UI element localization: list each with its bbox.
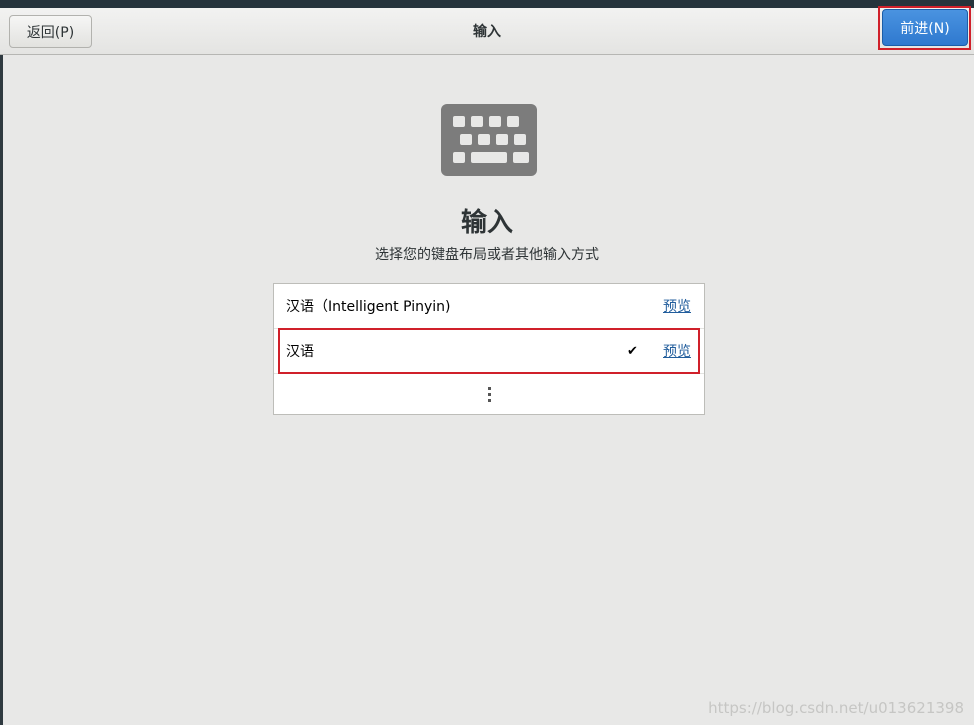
window-left-edge (0, 8, 3, 725)
list-item-chinese[interactable]: 汉语 ✔ 预览 (274, 329, 704, 374)
keyboard-icon (441, 104, 537, 176)
preview-link[interactable]: 预览 (663, 284, 691, 328)
next-button[interactable]: 前进(N) (882, 9, 968, 46)
preview-link[interactable]: 预览 (663, 329, 691, 373)
watermark: https://blog.csdn.net/u013621398 (708, 699, 964, 717)
main-heading: 输入 (460, 208, 513, 238)
page-title-text: 输入 (473, 24, 501, 40)
more-options-button[interactable] (274, 374, 704, 414)
input-source-list: 汉语（Intelligent Pinyin) 预览 汉语 ✔ 预览 (273, 283, 705, 415)
window-top-strip (0, 0, 974, 8)
list-item-label: 汉语（Intelligent Pinyin) (286, 299, 451, 315)
list-item-intelligent-pinyin[interactable]: 汉语（Intelligent Pinyin) 预览 (274, 284, 704, 329)
list-item-label: 汉语 (286, 344, 314, 360)
header-bar: 返回(P) 输入 (0, 8, 974, 55)
page-title: 输入 (0, 8, 974, 54)
vertical-ellipsis-icon (487, 386, 491, 402)
checkmark-icon: ✔ (627, 343, 638, 359)
main-subtitle: 选择您的键盘布局或者其他输入方式 (375, 247, 599, 263)
